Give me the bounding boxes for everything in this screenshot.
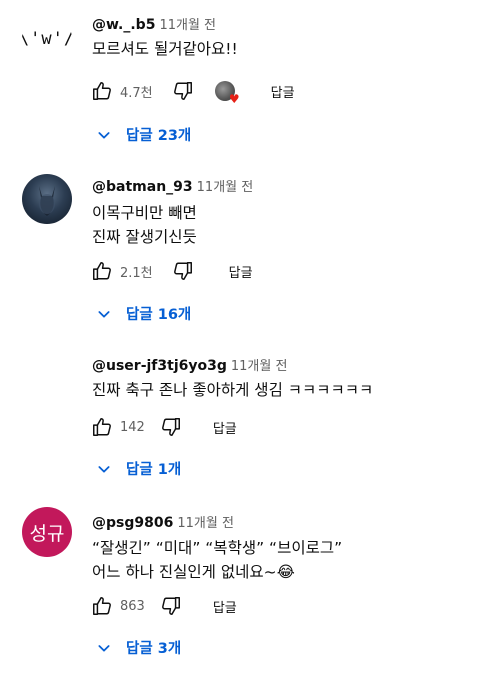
thumbs-up-icon <box>93 418 111 436</box>
comment-line: 이목구비만 빼면 <box>92 204 197 222</box>
comment-text: 진짜 축구 존나 좋아하게 생김 ㅋㅋㅋㅋㅋㅋ <box>92 378 373 402</box>
comment-header: @w._.b5 11개월 전 <box>92 14 216 33</box>
avatar-text: \'w'/ <box>22 29 72 49</box>
comment-line: “잘생긴” “미대” “복학생” “브이로그” <box>92 539 343 557</box>
like-button[interactable] <box>90 79 114 103</box>
view-replies-button[interactable]: 답글 23개 <box>96 124 191 145</box>
comment-actions: 2.1천 답글 <box>90 258 253 284</box>
comment-line: 진짜 축구 존나 좋아하게 생김 ㅋㅋㅋㅋㅋㅋ <box>92 381 374 399</box>
comment-actions: 4.7천 ♥ 답글 <box>90 78 295 105</box>
heart-icon: ♥ <box>228 92 240 106</box>
author-handle[interactable]: @psg9806 <box>92 515 173 531</box>
thumbs-up-icon <box>93 82 111 100</box>
author-handle[interactable]: @batman_93 <box>92 179 193 195</box>
thumbs-up-icon <box>93 262 111 280</box>
comment-line: 모르셔도 될거같아요!! <box>92 40 238 58</box>
comment-header: @batman_93 11개월 전 <box>92 176 253 195</box>
comment-time[interactable]: 11개월 전 <box>231 359 288 374</box>
chevron-down-icon <box>96 461 112 477</box>
comment-time[interactable]: 11개월 전 <box>159 18 216 33</box>
comment-header: @user-jf3tj6yo3g 11개월 전 <box>92 355 287 374</box>
thumbs-down-icon <box>161 418 180 436</box>
avatar[interactable]: \'w'/ <box>22 14 72 64</box>
avatar[interactable] <box>22 352 72 402</box>
chevron-down-icon <box>96 306 112 322</box>
replies-count: 답글 1개 <box>126 462 182 478</box>
like-button[interactable] <box>90 259 114 283</box>
dislike-button[interactable] <box>171 259 195 283</box>
like-count: 2.1천 <box>120 265 153 281</box>
comment-line: 진짜 잘생기신듯 <box>92 228 197 246</box>
reply-button[interactable]: 답글 <box>271 82 295 101</box>
comment-header: @psg9806 11개월 전 <box>92 512 234 531</box>
thumbs-down-icon <box>173 262 192 280</box>
reply-button[interactable]: 답글 <box>213 418 237 437</box>
creator-heart: ♥ <box>214 81 240 105</box>
comment-actions: 863 답글 <box>90 593 237 619</box>
thumbs-down-icon <box>161 597 180 615</box>
comment-line: 어느 하나 진실인게 없네요~😂 <box>92 563 295 581</box>
replies-count: 답글 23개 <box>126 128 192 144</box>
chevron-down-icon <box>96 640 112 656</box>
avatar[interactable]: 성규 <box>22 507 72 557</box>
reply-button[interactable]: 답글 <box>213 597 237 616</box>
thumbs-up-icon <box>93 597 111 615</box>
like-count: 863 <box>120 598 145 614</box>
reply-button[interactable]: 답글 <box>229 262 253 281</box>
author-handle[interactable]: @w._.b5 <box>92 17 155 33</box>
like-button[interactable] <box>90 594 114 618</box>
avatar-initials: 성규 <box>29 522 65 545</box>
view-replies-button[interactable]: 답글 1개 <box>96 458 181 479</box>
view-replies-button[interactable]: 답글 3개 <box>96 637 181 658</box>
dislike-button[interactable] <box>171 79 195 103</box>
replies-count: 답글 3개 <box>126 641 182 657</box>
avatar[interactable] <box>22 174 72 224</box>
dislike-button[interactable] <box>159 594 183 618</box>
comment-time[interactable]: 11개월 전 <box>197 180 254 195</box>
batman-avatar-image <box>39 186 55 216</box>
author-handle[interactable]: @user-jf3tj6yo3g <box>92 358 227 374</box>
like-button[interactable] <box>90 415 114 439</box>
like-count: 4.7천 <box>120 85 153 101</box>
thumbs-down-icon <box>173 82 192 100</box>
comment-text: 모르셔도 될거같아요!! <box>92 37 238 61</box>
replies-count: 답글 16개 <box>126 307 192 323</box>
like-count: 142 <box>120 419 145 435</box>
comment-text: “잘생긴” “미대” “복학생” “브이로그” 어느 하나 진실인게 없네요~😂 <box>92 536 342 584</box>
comment-actions: 142 답글 <box>90 414 237 440</box>
comment-time[interactable]: 11개월 전 <box>177 516 234 531</box>
dislike-button[interactable] <box>159 415 183 439</box>
view-replies-button[interactable]: 답글 16개 <box>96 303 191 324</box>
chevron-down-icon <box>96 127 112 143</box>
comment-text: 이목구비만 빼면 진짜 잘생기신듯 <box>92 201 197 249</box>
